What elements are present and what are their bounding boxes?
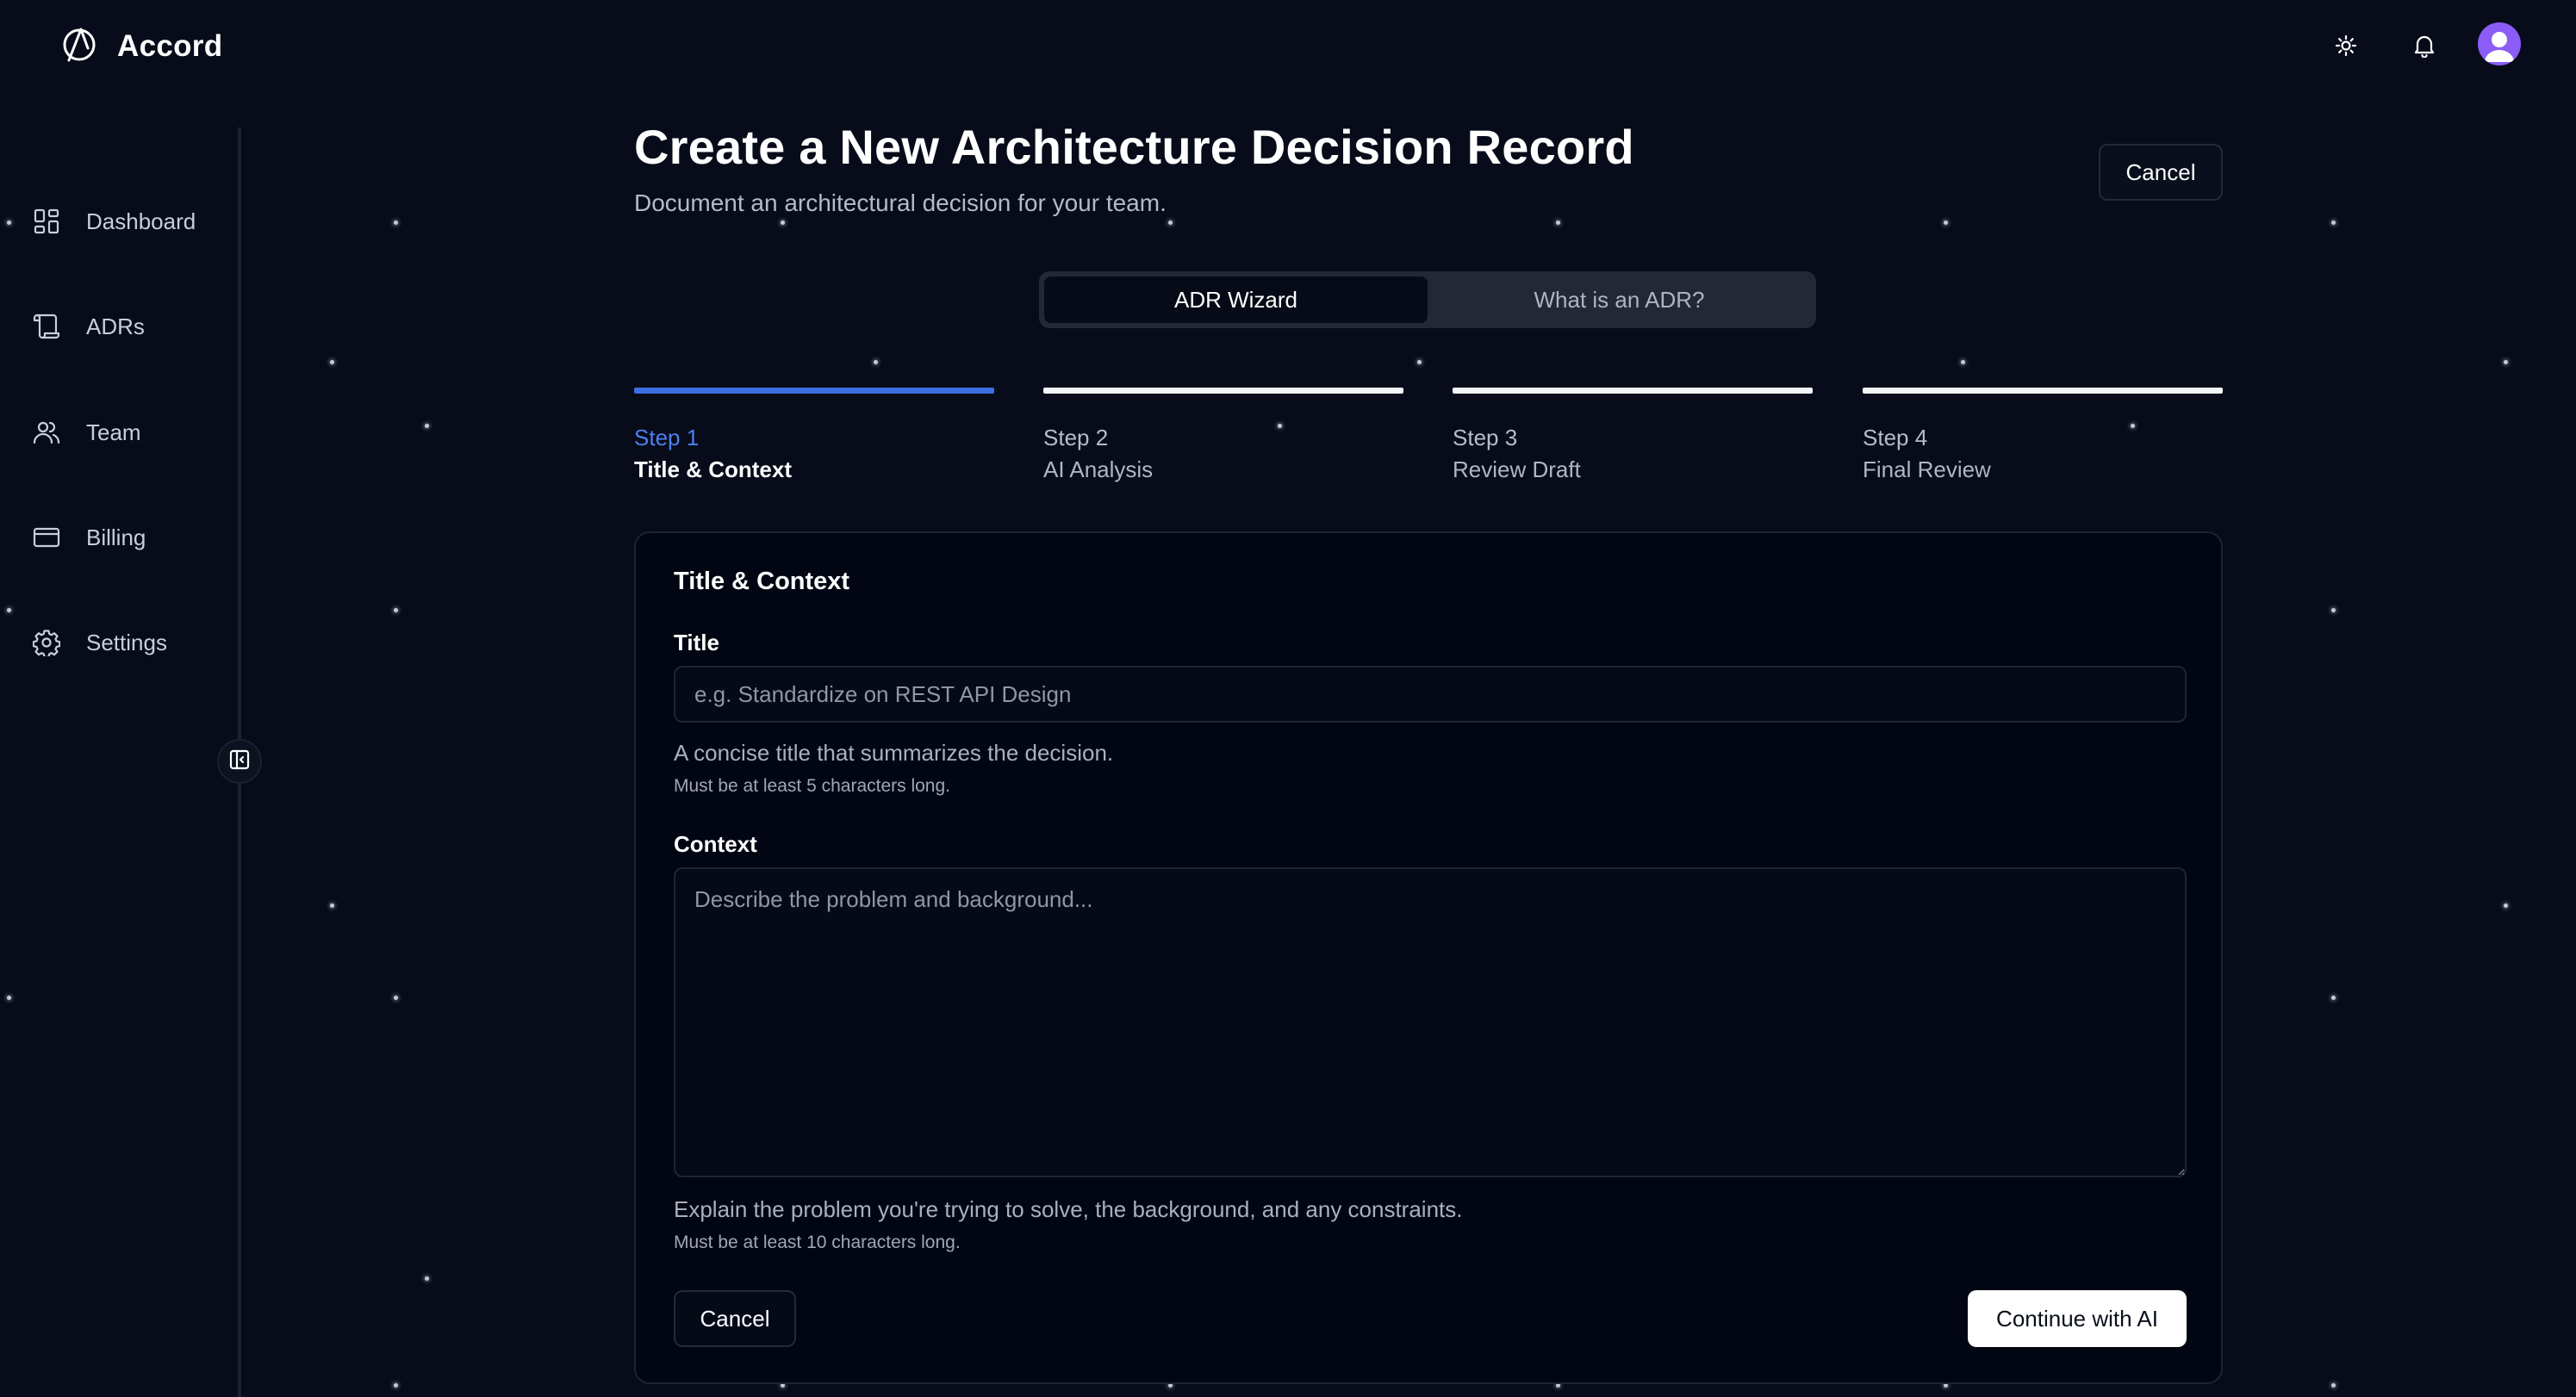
scroll-icon	[31, 311, 62, 342]
form-cancel-button[interactable]: Cancel	[674, 1290, 796, 1347]
sidebar-collapse-icon	[228, 748, 251, 775]
header-cancel-button[interactable]: Cancel	[2099, 144, 2223, 201]
title-field-label: Title	[674, 630, 719, 655]
step-4[interactable]: Step 4 Final Review	[1863, 388, 2223, 483]
sidebar-item-label: ADRs	[86, 313, 145, 339]
step-name: AI Analysis	[1043, 456, 1154, 482]
bell-icon[interactable]	[2403, 24, 2446, 67]
step-progress-bar	[1453, 388, 1813, 394]
title-length-hint: Must be at least 5 characters long.	[674, 776, 950, 796]
sidebar-item-billing[interactable]: Billing	[31, 513, 146, 562]
credit-card-icon	[31, 522, 62, 553]
sidebar-item-label: Dashboard	[86, 208, 196, 234]
app-name: Accord	[117, 29, 223, 63]
sun-icon[interactable]	[2324, 24, 2368, 67]
tab-what-is-adr[interactable]: What is an ADR?	[1428, 276, 1811, 323]
form-heading: Title & Context	[674, 568, 850, 595]
step-number: Step 3	[1453, 425, 1518, 450]
user-avatar[interactable]	[2478, 22, 2521, 65]
sidebar-item-team[interactable]: Team	[31, 408, 141, 456]
step-1[interactable]: Step 1 Title & Context	[634, 388, 994, 483]
step-progress-bar	[634, 388, 994, 394]
step-number: Step 1	[634, 425, 700, 450]
page-title: Create a New Architecture Decision Recor…	[634, 120, 1634, 174]
gear-icon	[31, 627, 62, 658]
page-subtitle: Document an architectural decision for y…	[634, 189, 1167, 216]
sidebar-item-label: Settings	[86, 629, 167, 655]
context-field-label: Context	[674, 831, 757, 857]
step-number: Step 4	[1863, 425, 1928, 450]
tab-adr-wizard[interactable]: ADR Wizard	[1044, 276, 1428, 323]
accord-logo-icon	[60, 26, 98, 68]
context-help-text: Explain the problem you're trying to sol…	[674, 1196, 1463, 1222]
mode-tabs: ADR Wizard What is an ADR?	[1039, 271, 1816, 328]
step-2[interactable]: Step 2 AI Analysis	[1043, 388, 1403, 483]
step-3[interactable]: Step 3 Review Draft	[1453, 388, 1813, 483]
app-logo[interactable]: Accord	[60, 26, 222, 67]
context-length-hint: Must be at least 10 characters long.	[674, 1232, 961, 1252]
sidebar-item-label: Billing	[86, 524, 146, 550]
step-progress-bar	[1043, 388, 1403, 394]
sidebar-item-adrs[interactable]: ADRs	[31, 302, 145, 351]
title-help-text: A concise title that summarizes the deci…	[674, 740, 1114, 766]
continue-with-ai-button[interactable]: Continue with AI	[1968, 1290, 2187, 1347]
title-input[interactable]	[674, 666, 2187, 723]
sidebar-item-label: Team	[86, 419, 141, 445]
adr-form-card: Title & Context Title A concise title th…	[634, 531, 2223, 1384]
context-textarea[interactable]	[674, 867, 2187, 1177]
sidebar-item-dashboard[interactable]: Dashboard	[31, 197, 196, 245]
app-window: Accord Dashboard ADRs Team Billing Setti…	[0, 0, 2576, 1397]
step-number: Step 2	[1043, 425, 1109, 450]
step-progress-bar	[1863, 388, 2223, 394]
step-name: Title & Context	[634, 456, 792, 482]
users-icon	[31, 417, 62, 448]
dashboard-grid-icon	[31, 206, 62, 237]
sidebar-collapse-button[interactable]	[217, 739, 262, 784]
step-name: Review Draft	[1453, 456, 1581, 482]
step-name: Final Review	[1863, 456, 1991, 482]
sidebar-item-settings[interactable]: Settings	[31, 618, 167, 667]
